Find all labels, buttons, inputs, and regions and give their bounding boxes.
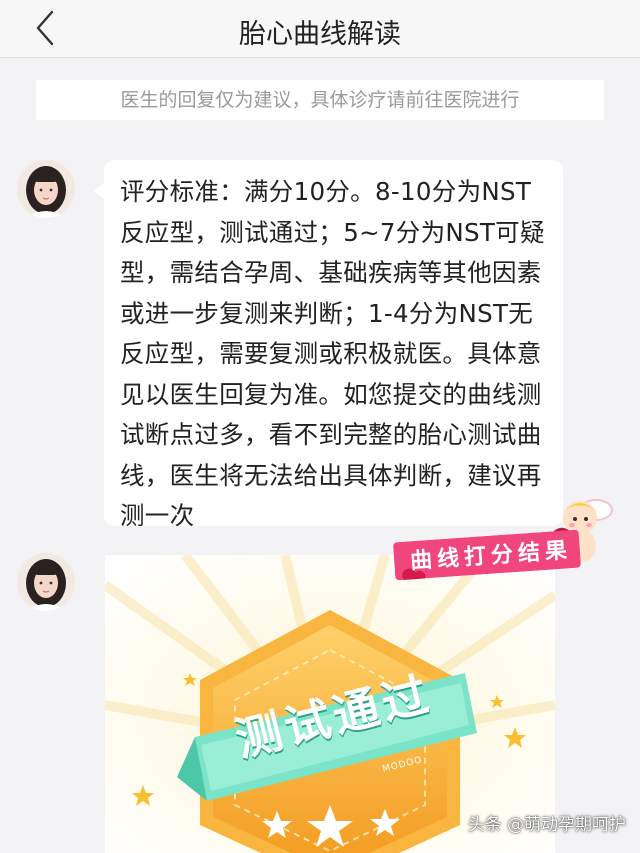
doctor-avatar[interactable] xyxy=(17,553,75,611)
source-watermark: 头条 @萌动孕期呵护 xyxy=(467,815,626,835)
page-title: 胎心曲线解读 xyxy=(239,19,401,50)
message-bubble-1: 评分标准：满分10分。8-10分为NST反应型，测试通过；5~7分为NST可疑型… xyxy=(94,160,563,530)
avatar-portrait-icon xyxy=(17,160,75,218)
sticker-banner: 曲线打分结果 xyxy=(393,529,581,581)
message-text: 评分标准：满分10分。8-10分为NST反应型，测试通过；5~7分为NST可疑型… xyxy=(120,177,545,530)
doctor-advice-notice: 医生的回复仅为建议，具体诊疗请前往医院进行 xyxy=(36,80,604,120)
score-result-sticker: 曲线打分结果 xyxy=(388,488,622,588)
avatar-portrait-icon xyxy=(17,553,75,611)
nav-bar: 胎心曲线解读 xyxy=(0,0,640,58)
doctor-avatar[interactable] xyxy=(17,160,75,218)
